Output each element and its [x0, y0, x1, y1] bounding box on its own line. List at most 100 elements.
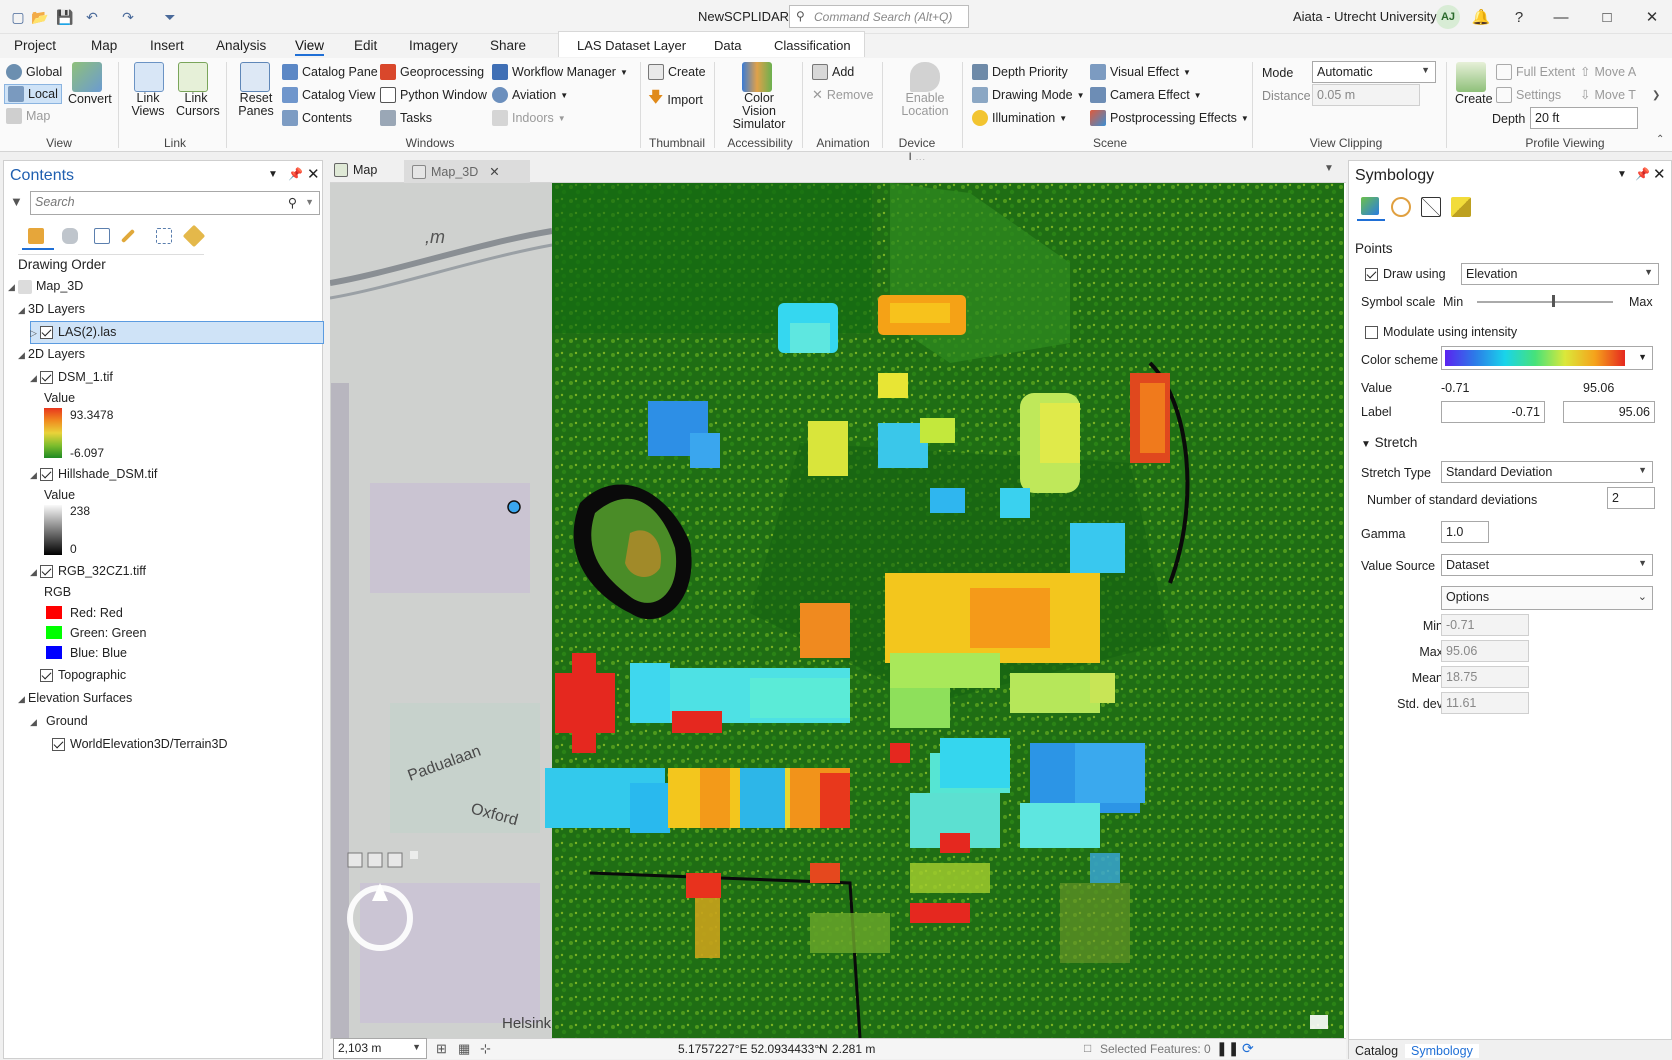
- tasks-button[interactable]: Tasks: [380, 110, 432, 126]
- las-layer-node[interactable]: ▷ LAS(2).las: [30, 325, 116, 340]
- contents-search-input[interactable]: Search ⚲ ▼: [30, 191, 320, 215]
- depth-input[interactable]: 20 ft: [1530, 107, 1638, 129]
- stretch-type-select[interactable]: Standard Deviation ▼: [1441, 461, 1653, 483]
- link-views-button[interactable]: Link Views: [130, 92, 166, 118]
- 2d-layers-node[interactable]: ◢ 2D Layers: [18, 347, 85, 361]
- tab-project[interactable]: Project: [14, 38, 56, 53]
- tab-share[interactable]: Share: [490, 38, 526, 53]
- stretch-section[interactable]: ▼ Stretch: [1361, 435, 1417, 450]
- tab-view[interactable]: View: [295, 38, 325, 56]
- elevation-surfaces-node[interactable]: ◢ Elevation Surfaces: [18, 691, 132, 705]
- list-by-editing-tab[interactable]: [120, 228, 136, 247]
- topographic-checkbox[interactable]: [40, 669, 53, 683]
- profile-settings-button[interactable]: Settings: [1496, 87, 1561, 103]
- scale-select[interactable]: 2,103 m ▼: [333, 1038, 427, 1059]
- refresh-icon[interactable]: ⟳: [1242, 1040, 1254, 1057]
- open-folder-icon[interactable]: 📂: [30, 7, 50, 27]
- color-scheme-select[interactable]: ▼: [1441, 346, 1653, 370]
- list-by-visibility-tab[interactable]: [94, 228, 110, 247]
- label-max-input[interactable]: 95.06: [1563, 401, 1655, 423]
- maximize-button[interactable]: □: [1596, 6, 1618, 28]
- navigator-full-control-icon[interactable]: [347, 852, 363, 868]
- camera-effect-button[interactable]: Camera Effect ▼: [1090, 87, 1202, 103]
- label-min-input[interactable]: -0.71: [1441, 401, 1545, 423]
- depth-priority-button[interactable]: Depth Priority: [972, 64, 1068, 80]
- tab-edit[interactable]: Edit: [354, 38, 377, 53]
- pane-options-icon[interactable]: ▼: [268, 169, 278, 180]
- tab-map[interactable]: Map: [91, 38, 117, 53]
- full-extent-button[interactable]: Full Extent: [1496, 64, 1575, 80]
- profile-create-button[interactable]: Create: [1455, 92, 1493, 106]
- global-button[interactable]: Global: [6, 64, 62, 80]
- modulate-intensity-checkbox[interactable]: [1365, 326, 1378, 340]
- gamma-input[interactable]: 1.0: [1441, 521, 1489, 543]
- topographic-node[interactable]: Topographic: [40, 668, 126, 683]
- options-button[interactable]: Options ⌄: [1441, 586, 1653, 610]
- las-layer-checkbox[interactable]: [40, 326, 53, 340]
- hillshade-layer-node[interactable]: ◢ Hillshade_DSM.tif: [30, 467, 157, 482]
- close-pane-icon[interactable]: ✕: [1653, 165, 1666, 183]
- customize-qat-icon[interactable]: ⏷: [160, 7, 180, 27]
- navigator-expand-icon[interactable]: [410, 851, 418, 859]
- draw-using-row[interactable]: Draw using: [1365, 267, 1446, 282]
- undo-icon[interactable]: ↶: [82, 7, 102, 27]
- tab-list-chevron-icon[interactable]: ▼: [1324, 163, 1334, 174]
- coordinate-format-chevron-icon[interactable]: ⌄: [816, 1041, 824, 1052]
- tab-symbology[interactable]: Symbology: [1405, 1044, 1479, 1058]
- dsm-layer-checkbox[interactable]: [40, 371, 53, 385]
- aviation-button[interactable]: Aviation ▼: [492, 87, 568, 103]
- catalog-pane-button[interactable]: Catalog Pane: [282, 64, 378, 80]
- tab-map-view[interactable]: Map: [334, 163, 377, 177]
- tab-filter[interactable]: [1391, 197, 1411, 220]
- user-name[interactable]: Aiata - Utrecht University: [1293, 9, 1437, 24]
- rgb-layer-checkbox[interactable]: [40, 565, 53, 579]
- link-cursors-button[interactable]: Link Cursors: [176, 92, 220, 118]
- tab-triangulation[interactable]: [1421, 197, 1441, 220]
- world-elevation-checkbox[interactable]: [52, 738, 65, 752]
- geoprocessing-button[interactable]: Geoprocessing: [380, 64, 484, 80]
- animation-add-button[interactable]: Add: [812, 64, 854, 80]
- tab-classification[interactable]: Classification: [774, 38, 851, 53]
- animation-remove-button[interactable]: ✕ Remove: [812, 87, 873, 103]
- 3d-layers-node[interactable]: ◢ 3D Layers: [18, 302, 85, 316]
- list-by-drawing-order-tab[interactable]: [22, 224, 54, 250]
- navigator-pan-icon[interactable]: [367, 852, 383, 868]
- redo-icon[interactable]: ↷: [118, 7, 138, 27]
- catalog-view-button[interactable]: Catalog View: [282, 87, 375, 103]
- world-elevation-node[interactable]: WorldElevation3D/Terrain3D: [52, 737, 227, 752]
- ground-node[interactable]: ◢ Ground: [30, 714, 88, 728]
- tab-data[interactable]: Data: [714, 38, 741, 53]
- pane-options-icon[interactable]: ▼: [1617, 169, 1627, 180]
- visual-effect-button[interactable]: Visual Effect ▼: [1090, 64, 1191, 80]
- notifications-icon[interactable]: 🔔: [1470, 6, 1492, 28]
- distance-input[interactable]: 0.05 m: [1312, 84, 1420, 106]
- scale-fixed-icon[interactable]: ⊞: [436, 1041, 447, 1057]
- tab-catalog[interactable]: Catalog: [1355, 1044, 1398, 1058]
- drawing-mode-button[interactable]: Drawing Mode ▼: [972, 87, 1085, 103]
- contents-button[interactable]: Contents: [282, 110, 352, 126]
- close-pane-icon[interactable]: ✕: [307, 165, 320, 183]
- save-icon[interactable]: 💾: [55, 7, 75, 27]
- tab-point-symbology[interactable]: [1357, 193, 1385, 221]
- list-by-data-source-tab[interactable]: [62, 228, 78, 247]
- chat-comment-icon[interactable]: [1310, 1015, 1328, 1029]
- mode-select[interactable]: Automatic ▼: [1312, 61, 1436, 83]
- minimize-button[interactable]: —: [1550, 6, 1572, 28]
- avatar[interactable]: AJ: [1436, 5, 1460, 29]
- selected-features-count[interactable]: Selected Features: 0: [1100, 1042, 1211, 1056]
- symbol-scale-thumb[interactable]: [1551, 295, 1555, 307]
- value-source-select[interactable]: Dataset ▼: [1441, 554, 1653, 576]
- move-a-button[interactable]: ⇧ Move A: [1580, 64, 1636, 80]
- draw-using-select[interactable]: Elevation ▼: [1461, 263, 1659, 285]
- close-window-button[interactable]: ✕: [1641, 6, 1663, 28]
- command-search-input[interactable]: ⚲ Command Search (Alt+Q): [789, 5, 969, 28]
- help-icon[interactable]: ?: [1508, 6, 1530, 28]
- pin-icon[interactable]: 📌: [288, 167, 303, 181]
- draw-using-checkbox[interactable]: [1365, 268, 1378, 282]
- workflow-manager-button[interactable]: Workflow Manager ▼: [492, 64, 628, 80]
- collapse-ribbon-icon[interactable]: ⌃: [1656, 134, 1664, 145]
- navigator-walk-icon[interactable]: [387, 852, 403, 868]
- convert-button[interactable]: Convert: [68, 92, 112, 106]
- list-by-snapping-tab[interactable]: [156, 228, 172, 247]
- filter-icon[interactable]: ▼: [10, 194, 23, 209]
